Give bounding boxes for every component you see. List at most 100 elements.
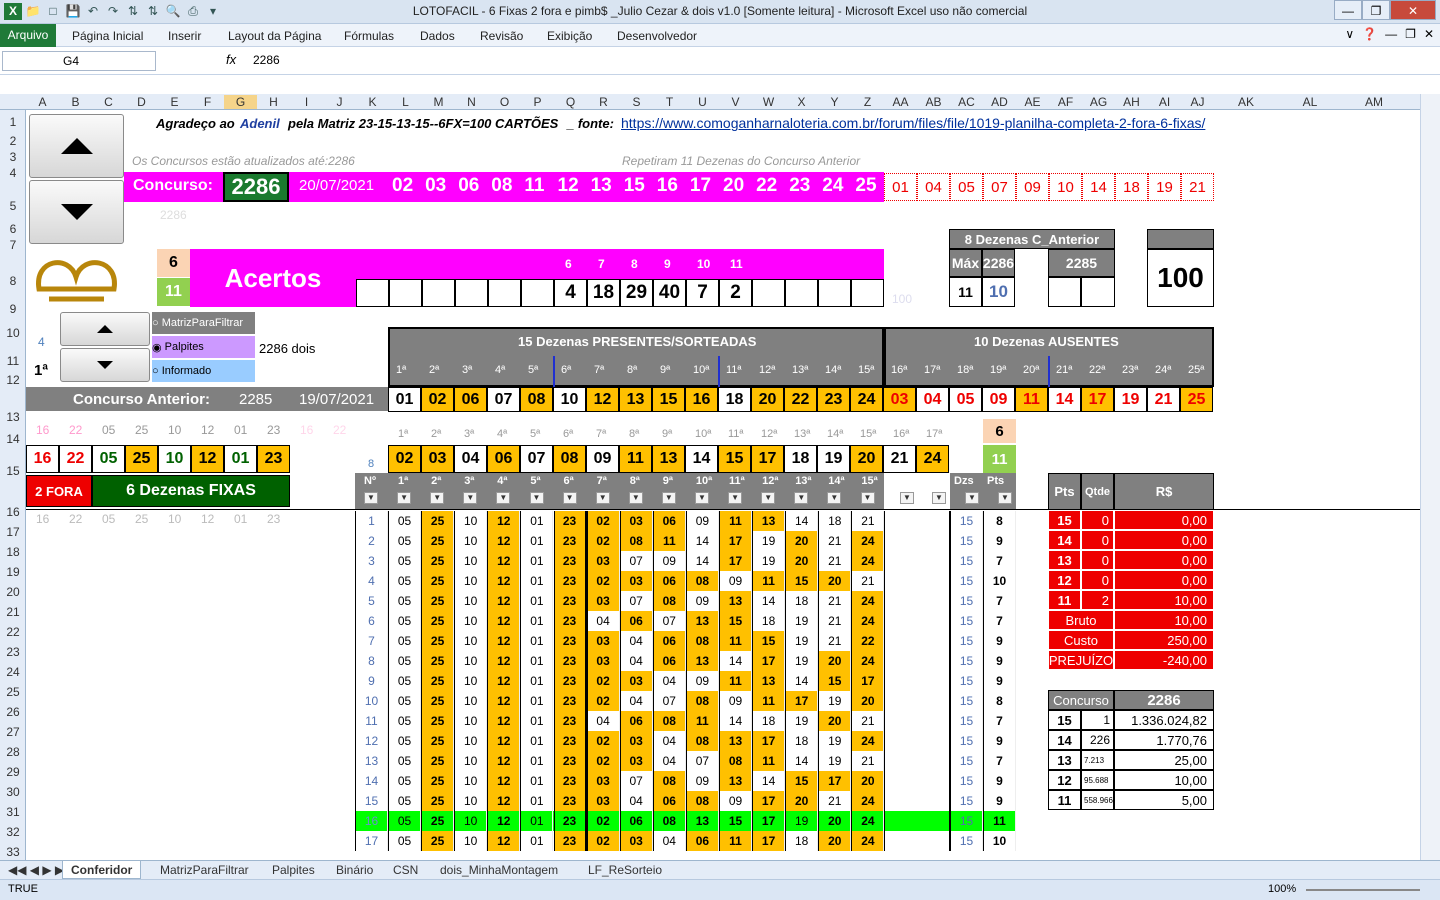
filter-dropdown-icon[interactable]: ▼ <box>965 492 979 504</box>
row-header[interactable]: 23 <box>0 645 26 659</box>
col-header[interactable]: AJ <box>1181 95 1214 109</box>
filter-dropdown-icon[interactable]: ▼ <box>695 492 709 504</box>
row-header[interactable]: 27 <box>0 725 26 739</box>
row-header[interactable]: 31 <box>0 805 26 819</box>
col-header[interactable]: AH <box>1115 95 1148 109</box>
restore-button[interactable]: ❐ <box>1362 0 1390 20</box>
row-header[interactable]: 1 <box>0 115 26 129</box>
filter-dropdown-icon[interactable]: ▼ <box>430 492 445 504</box>
filter-dropdown-icon[interactable]: ▼ <box>761 492 776 504</box>
ribbon-collapse-icon[interactable]: ∨ <box>1345 27 1354 41</box>
close-button[interactable]: ✕ <box>1390 0 1436 20</box>
filter-dropdown-icon[interactable]: ▼ <box>661 492 676 504</box>
sheet-tab-binario[interactable]: Binário <box>336 863 373 877</box>
col-header[interactable]: AI <box>1148 95 1181 109</box>
row-header[interactable]: 12 <box>0 373 26 387</box>
col-header[interactable]: Y <box>818 95 851 109</box>
row-header[interactable]: 2 <box>0 134 26 148</box>
row-header[interactable]: 30 <box>0 785 26 799</box>
col-header[interactable]: J <box>323 95 356 109</box>
row-header[interactable]: 19 <box>0 565 26 579</box>
col-header[interactable]: H <box>257 95 290 109</box>
col-header[interactable]: R <box>587 95 620 109</box>
row-header[interactable]: 10 <box>0 326 26 340</box>
formula-input[interactable]: 2286 <box>253 53 280 67</box>
sheet-tab-resorteio[interactable]: LF_ReSorteio <box>588 863 662 877</box>
tab-developer[interactable]: Desenvolvedor <box>617 29 697 43</box>
col-header[interactable]: K <box>356 95 389 109</box>
vertical-scrollbar[interactable] <box>1420 94 1440 860</box>
tab-formulas[interactable]: Fórmulas <box>344 29 394 43</box>
row-header[interactable]: 29 <box>0 765 26 779</box>
row-header[interactable]: 8 <box>0 274 26 288</box>
filter-dropdown-icon[interactable]: ▼ <box>728 492 743 504</box>
col-header[interactable]: U <box>686 95 719 109</box>
sheet-tab-palpites[interactable]: Palpites <box>272 863 315 877</box>
col-header[interactable]: P <box>521 95 554 109</box>
row-header[interactable]: 5 <box>0 199 26 213</box>
wb-minimize-icon[interactable]: — <box>1385 27 1397 41</box>
tab-page-layout[interactable]: Layout da Página <box>228 29 321 43</box>
row-header[interactable]: 15 <box>0 464 26 478</box>
wb-close-icon[interactable]: ✕ <box>1424 27 1434 41</box>
sheet-tab-matriz[interactable]: MatrizParaFiltrar <box>160 863 249 877</box>
help-icon[interactable]: ❓ <box>1362 27 1377 41</box>
sheet-tab-conferidor[interactable]: Conferidor <box>62 861 142 879</box>
row-header[interactable]: 21 <box>0 605 26 619</box>
col-header[interactable]: W <box>752 95 785 109</box>
row-header[interactable]: 3 <box>0 150 26 164</box>
tab-file[interactable]: Arquivo <box>0 24 56 47</box>
worksheet[interactable]: Agradeço ao Adenil pela Matriz 23-15-13-15… <box>26 110 1420 860</box>
col-header[interactable]: B <box>59 95 92 109</box>
spin-down-button[interactable] <box>29 180 124 244</box>
tab-insert[interactable]: Inserir <box>168 29 201 43</box>
fx-icon[interactable]: fx <box>226 52 236 67</box>
row-header[interactable]: 16 <box>0 505 26 519</box>
col-header[interactable]: N <box>455 95 488 109</box>
filter-dropdown-icon[interactable]: ▼ <box>529 492 544 504</box>
row-header[interactable]: 18 <box>0 545 26 559</box>
row-header[interactable]: 9 <box>0 302 26 316</box>
filter-dropdown-icon[interactable]: ▼ <box>364 492 378 504</box>
row-header[interactable]: 4 <box>0 166 26 180</box>
col-header[interactable]: Z <box>851 95 884 109</box>
row-header[interactable]: 22 <box>0 625 26 639</box>
row-header[interactable]: 32 <box>0 825 26 839</box>
col-header[interactable]: M <box>422 95 455 109</box>
col-header[interactable]: X <box>785 95 818 109</box>
row-header[interactable]: 13 <box>0 410 26 424</box>
col-header[interactable]: I <box>290 95 323 109</box>
col-header[interactable]: AM <box>1342 95 1406 109</box>
small-down-button[interactable] <box>60 348 150 382</box>
col-header[interactable]: F <box>191 95 224 109</box>
col-header[interactable]: D <box>125 95 158 109</box>
row-header[interactable]: 26 <box>0 705 26 719</box>
sheet-tab-dois[interactable]: dois_MinhaMontagem <box>440 863 558 877</box>
filter-dropdown-icon[interactable]: ▼ <box>496 492 511 504</box>
filter-dropdown-icon[interactable]: ▼ <box>595 492 610 504</box>
col-header[interactable]: T <box>653 95 686 109</box>
filter-dropdown-icon[interactable]: ▼ <box>998 492 1012 504</box>
col-header[interactable]: S <box>620 95 653 109</box>
col-header[interactable]: AF <box>1049 95 1082 109</box>
col-header[interactable]: AK <box>1214 95 1278 109</box>
col-header[interactable]: V <box>719 95 752 109</box>
row-header[interactable]: 28 <box>0 745 26 759</box>
small-up-button[interactable] <box>60 312 150 346</box>
sheet-tab-csn[interactable]: CSN <box>393 863 418 877</box>
zoom-slider[interactable] <box>1306 889 1420 891</box>
col-header[interactable]: A <box>26 95 59 109</box>
opt-informado[interactable]: ○ Informado <box>152 360 255 382</box>
row-header[interactable]: 7 <box>0 238 26 252</box>
col-header[interactable]: AE <box>1016 95 1049 109</box>
col-header[interactable]: AB <box>917 95 950 109</box>
row-header[interactable]: 20 <box>0 585 26 599</box>
filter-dropdown-icon[interactable]: ▼ <box>932 492 946 504</box>
tab-view[interactable]: Exibição <box>547 29 592 43</box>
col-header[interactable]: AL <box>1278 95 1342 109</box>
row-header[interactable]: 24 <box>0 665 26 679</box>
opt-matriz[interactable]: ○ MatrizParaFiltrar <box>152 312 255 334</box>
row-header[interactable]: 33 <box>0 845 26 859</box>
filter-dropdown-icon[interactable]: ▼ <box>860 492 875 504</box>
tab-home[interactable]: Página Inicial <box>72 29 143 43</box>
